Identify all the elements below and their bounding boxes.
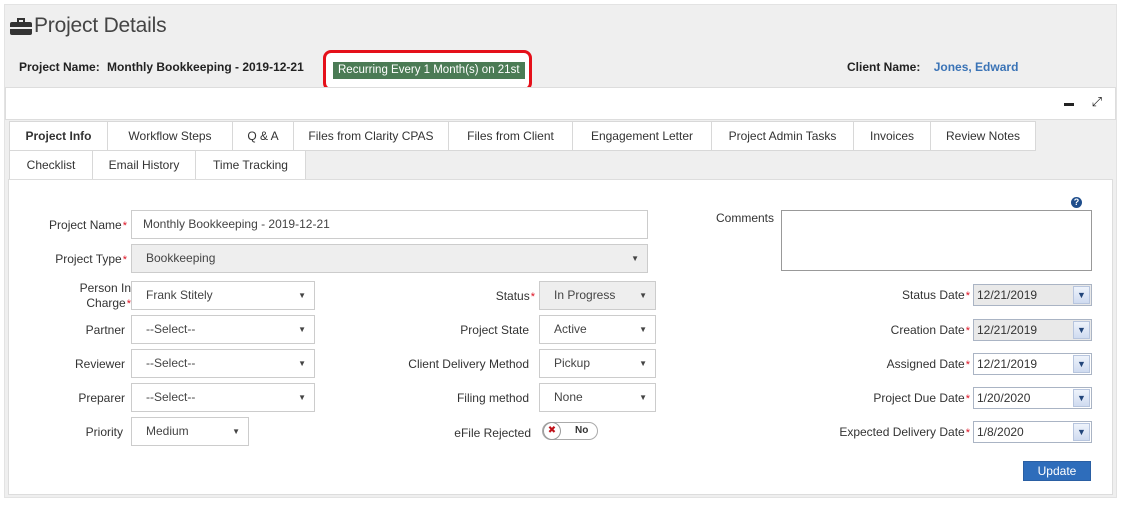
- page-title: Project Details: [34, 14, 167, 37]
- chevron-down-icon: ▼: [298, 291, 306, 300]
- client-delivery-method-select[interactable]: Pickup ▼: [539, 349, 656, 378]
- toggle-state-text: No: [575, 425, 589, 436]
- close-icon: ✖: [543, 422, 561, 440]
- project-type-select[interactable]: Bookkeeping ▼: [131, 244, 648, 273]
- filing-method-field-label: Filing method: [456, 391, 529, 405]
- preparer-field-label: Preparer: [78, 391, 125, 405]
- chevron-down-icon: ▼: [298, 359, 306, 368]
- chevron-down-icon: ▼: [639, 291, 647, 300]
- calendar-dropdown-icon[interactable]: ▼: [1073, 286, 1090, 304]
- project-name-label: Project Name:: [19, 60, 100, 74]
- creation-date-field-label: Creation Date*: [890, 323, 970, 337]
- partner-select[interactable]: --Select-- ▼: [131, 315, 315, 344]
- project-type-field-label: Project Type*: [55, 252, 127, 266]
- page-header: Project Details: [10, 13, 167, 39]
- person-in-charge-select[interactable]: Frank Stitely ▼: [131, 281, 315, 310]
- tab-files-from-client[interactable]: Files from Client: [448, 121, 573, 151]
- chevron-down-icon: ▼: [232, 427, 240, 436]
- filing-method-select[interactable]: None ▼: [539, 383, 656, 412]
- project-info-form: ? Project Name* Monthly Bookkeeping - 20…: [8, 179, 1113, 495]
- tab-email-history[interactable]: Email History: [92, 150, 196, 180]
- minus-icon[interactable]: [1064, 103, 1074, 106]
- project-name-input[interactable]: Monthly Bookkeeping - 2019-12-21: [131, 210, 648, 239]
- person-in-charge-field-label: Person In Charge*: [79, 281, 131, 310]
- client-name-link[interactable]: Jones, Edward: [934, 60, 1019, 74]
- tab-workflow-steps[interactable]: Workflow Steps: [107, 121, 233, 151]
- project-name-value: Monthly Bookkeeping - 2019-12-21: [107, 60, 304, 74]
- chevron-down-icon: ▼: [298, 393, 306, 402]
- comments-field-label: Comments: [715, 211, 774, 225]
- client-name-label: Client Name:: [847, 60, 921, 74]
- expected-delivery-date-field-label: Expected Delivery Date*: [839, 425, 970, 439]
- tab-checklist[interactable]: Checklist: [9, 150, 93, 180]
- status-field-label: Status*: [495, 289, 535, 303]
- calendar-dropdown-icon[interactable]: ▼: [1073, 355, 1090, 373]
- panel-toolbar: ⤢: [5, 87, 1116, 120]
- priority-field-label: Priority: [85, 425, 123, 439]
- client-name-summary: Client Name: Jones, Edward: [847, 60, 1018, 74]
- tab-project-info[interactable]: Project Info: [9, 121, 108, 151]
- project-due-date-input[interactable]: 1/20/2020 ▼: [973, 387, 1092, 409]
- chevron-down-icon: ▼: [639, 325, 647, 334]
- efile-rejected-field-label: eFile Rejected: [454, 426, 531, 440]
- calendar-dropdown-icon[interactable]: ▼: [1073, 389, 1090, 407]
- client-delivery-method-field-label: Client Delivery Method: [408, 357, 529, 371]
- partner-field-label: Partner: [85, 323, 125, 337]
- project-due-date-field-label: Project Due Date*: [873, 391, 970, 405]
- tab-q-and-a[interactable]: Q & A: [232, 121, 294, 151]
- project-state-select[interactable]: Active ▼: [539, 315, 656, 344]
- tab-invoices[interactable]: Invoices: [853, 121, 931, 151]
- status-date-field-label: Status Date*: [902, 288, 970, 302]
- comments-textarea[interactable]: [781, 210, 1092, 271]
- project-state-field-label: Project State: [460, 323, 529, 337]
- help-icon[interactable]: ?: [1071, 197, 1082, 208]
- creation-date-input[interactable]: 12/21/2019 ▼: [973, 319, 1092, 341]
- update-button[interactable]: Update: [1023, 461, 1091, 481]
- expected-delivery-date-input[interactable]: 1/8/2020 ▼: [973, 421, 1092, 443]
- tab-files-from-clarity[interactable]: Files from Clarity CPAS: [293, 121, 449, 151]
- assigned-date-field-label: Assigned Date*: [886, 357, 970, 371]
- efile-rejected-toggle[interactable]: ✖ No: [542, 422, 598, 440]
- assigned-date-input[interactable]: 12/21/2019 ▼: [973, 353, 1092, 375]
- tab-engagement-letter[interactable]: Engagement Letter: [572, 121, 712, 151]
- chevron-down-icon: ▼: [298, 325, 306, 334]
- reviewer-select[interactable]: --Select-- ▼: [131, 349, 315, 378]
- chevron-down-icon: ▼: [639, 393, 647, 402]
- tab-time-tracking[interactable]: Time Tracking: [195, 150, 306, 180]
- tab-review-notes[interactable]: Review Notes: [930, 121, 1036, 151]
- calendar-dropdown-icon[interactable]: ▼: [1073, 321, 1090, 339]
- project-name-field-label: Project Name*: [49, 218, 127, 232]
- status-select[interactable]: In Progress ▼: [539, 281, 656, 310]
- reviewer-field-label: Reviewer: [74, 357, 125, 371]
- briefcase-icon: [10, 17, 32, 35]
- chevron-down-icon: ▼: [631, 254, 639, 263]
- preparer-select[interactable]: --Select-- ▼: [131, 383, 315, 412]
- recurring-badge: Recurring Every 1 Month(s) on 21st: [333, 62, 525, 79]
- project-name-summary: Project Name: Monthly Bookkeeping - 2019…: [19, 60, 304, 74]
- status-date-input[interactable]: 12/21/2019 ▼: [973, 284, 1092, 306]
- project-details-panel: Project Details Project Name: Monthly Bo…: [4, 4, 1117, 498]
- tab-project-admin-tasks[interactable]: Project Admin Tasks: [711, 121, 854, 151]
- calendar-dropdown-icon[interactable]: ▼: [1073, 423, 1090, 441]
- priority-select[interactable]: Medium ▼: [131, 417, 249, 446]
- expand-arrows-icon[interactable]: ⤢: [1092, 94, 1102, 110]
- chevron-down-icon: ▼: [639, 359, 647, 368]
- recurring-highlight: Recurring Every 1 Month(s) on 21st: [323, 50, 532, 91]
